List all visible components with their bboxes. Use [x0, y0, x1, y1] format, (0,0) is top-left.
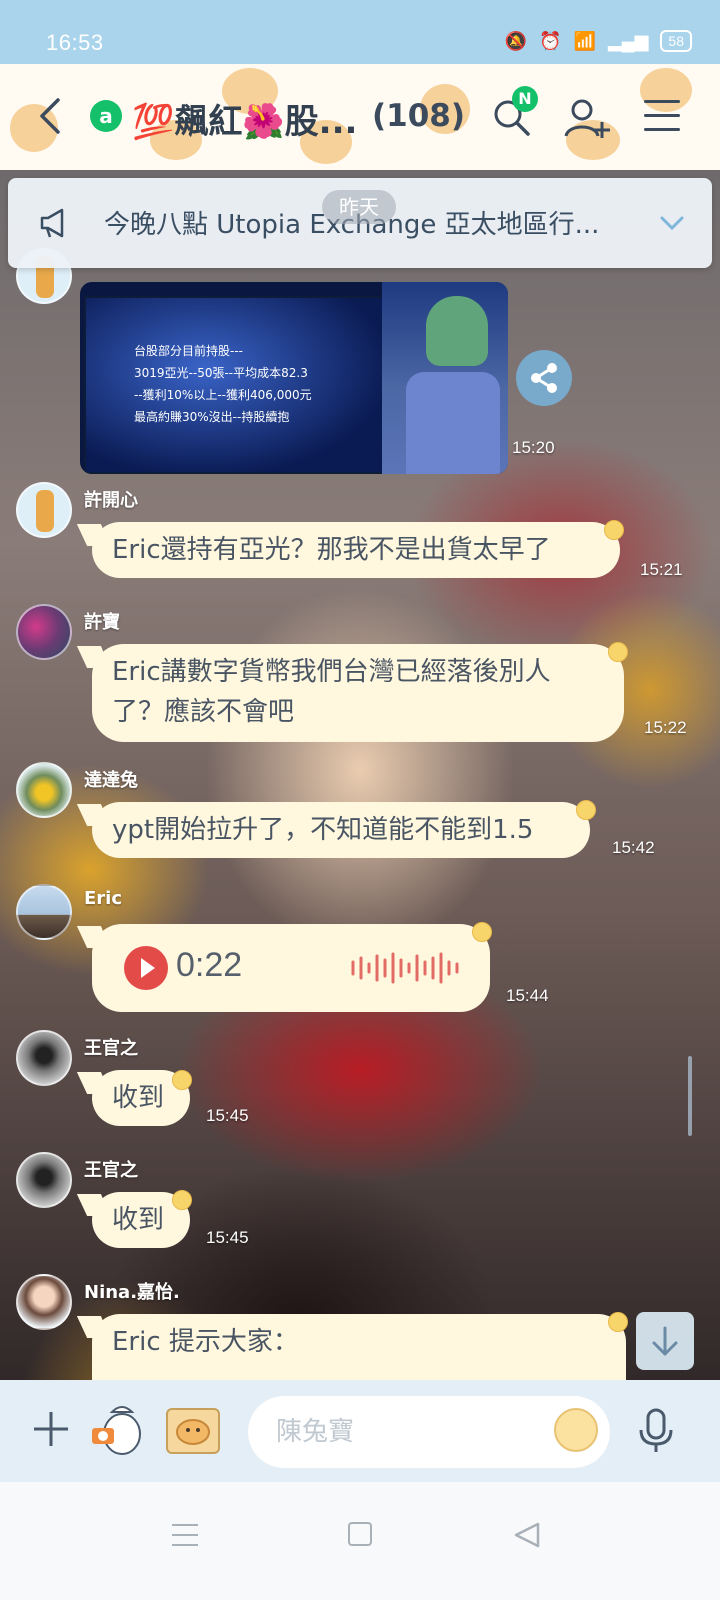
battery-indicator: 58 [660, 30, 692, 52]
avatar[interactable] [16, 482, 72, 538]
nav-back-button[interactable] [512, 1520, 542, 1550]
message-time: 15:44 [506, 986, 549, 1005]
camera-icon [92, 1406, 141, 1455]
back-button[interactable] [32, 94, 72, 138]
message-text: Eric還持有亞光？那我不是出貨太早了 [112, 535, 551, 565]
avatar[interactable] [16, 1274, 72, 1330]
add-friend-icon [564, 99, 610, 138]
plus-button[interactable] [30, 1408, 72, 1450]
dinosaur-mask [426, 296, 488, 366]
camera-button[interactable] [90, 1402, 146, 1458]
reaction-icon[interactable] [608, 642, 628, 662]
wifi-icon: 📶 [573, 30, 596, 51]
input-bar [0, 1380, 720, 1482]
recent-apps-button[interactable] [172, 1524, 198, 1550]
chat-title[interactable]: 💯飆紅🌺股... [132, 94, 357, 143]
notification-badge: N [512, 86, 538, 112]
avatar[interactable] [16, 884, 72, 940]
status-icons: 🔕 ⏰ 📶 ▂▄▆ 58 [505, 30, 692, 52]
waveform-icon [351, 952, 459, 984]
play-button[interactable] [124, 946, 168, 990]
emoji-button[interactable] [554, 1408, 598, 1452]
message-text: ypt開始拉升了，不知道能不能到1.5 [112, 815, 534, 845]
microphone-icon [639, 1408, 673, 1452]
message-text-line: 了？應該不會吧 [112, 697, 295, 727]
sender-name: 達達兔 [84, 770, 138, 791]
menu-icon-bar [644, 114, 680, 117]
status-bar: 16:53 🔕 ⏰ 📶 ▂▄▆ 58 [0, 0, 720, 64]
person-body [406, 372, 500, 474]
message-time: 15:20 [512, 438, 555, 457]
group-icon: a [90, 100, 122, 132]
sender-name: 許開心 [84, 490, 138, 511]
avatar[interactable] [16, 1030, 72, 1086]
share-button[interactable] [516, 350, 572, 406]
mute-icon: 🔕 [504, 30, 528, 51]
reaction-icon[interactable] [172, 1070, 192, 1090]
scroll-to-bottom-button[interactable] [636, 1312, 694, 1370]
member-count[interactable]: (108) [372, 98, 465, 134]
voice-message[interactable]: 0:22 [92, 924, 490, 1012]
share-icon [531, 363, 557, 393]
image-text-line: 台股部分目前持股--- [134, 344, 243, 358]
reaction-icon[interactable] [472, 922, 492, 942]
chevron-down-icon[interactable] [658, 208, 686, 236]
message-time: 15:21 [640, 560, 683, 579]
sender-name: 王官之 [84, 1038, 138, 1059]
image-text-line: --獲利10%以上--獲利406,000元 [134, 388, 312, 402]
sticker-button[interactable] [166, 1408, 220, 1454]
reaction-icon[interactable] [576, 800, 596, 820]
avatar[interactable] [16, 762, 72, 818]
chat-header: a 💯飆紅🌺股... (108) N [0, 64, 720, 170]
date-divider: 昨天 [322, 190, 396, 224]
scrollbar-thumb[interactable] [688, 1056, 692, 1136]
menu-icon-bar [172, 1544, 198, 1546]
image-text-line: 最高約賺30%沒出--持股續抱 [134, 410, 290, 424]
signal-icon: ▂▄▆ [607, 30, 649, 51]
image-screen-text: 台股部分目前持股--- 3019亞光--50張--平均成本82.3 --獲利10… [84, 296, 384, 474]
image-person [382, 282, 508, 474]
message-bubble[interactable]: ypt開始拉升了，不知道能不能到1.5 [92, 802, 590, 858]
plus-icon [34, 1412, 68, 1446]
message-bubble[interactable]: Eric還持有亞光？那我不是出貨太早了 [92, 522, 620, 578]
reaction-icon[interactable] [608, 1312, 628, 1332]
message-time: 15:22 [644, 718, 687, 737]
avatar[interactable] [16, 604, 72, 660]
sender-name: Nina.嘉怡. [84, 1282, 180, 1303]
message-time: 15:45 [206, 1228, 249, 1247]
message-bubble[interactable]: Eric 提示大家： [92, 1314, 626, 1384]
message-text: Eric 提示大家： [112, 1327, 299, 1357]
sender-name: 王官之 [84, 1160, 138, 1181]
avatar[interactable] [16, 1152, 72, 1208]
message-bubble[interactable]: Eric講數字貨幣我們台灣已經落後別人 了？應該不會吧 [92, 644, 624, 742]
image-message[interactable]: 台股部分目前持股--- 3019亞光--50張--平均成本82.3 --獲利10… [80, 282, 508, 474]
voice-duration: 0:22 [176, 946, 243, 984]
message-text: 收到 [112, 1205, 165, 1235]
system-nav-bar [0, 1482, 720, 1600]
menu-icon-bar [644, 128, 680, 131]
message-text-line: Eric講數字貨幣我們台灣已經落後別人 [112, 657, 551, 687]
megaphone-icon [38, 206, 72, 240]
menu-icon-bar [644, 100, 680, 103]
sticker-icon [176, 1419, 210, 1445]
message-time: 15:45 [206, 1106, 249, 1125]
arrow-down-icon [652, 1326, 678, 1356]
menu-icon-bar [172, 1534, 198, 1536]
reaction-icon[interactable] [172, 1190, 192, 1210]
microphone-button[interactable] [636, 1406, 676, 1456]
home-button[interactable] [348, 1522, 372, 1546]
alarm-icon: ⏰ [539, 30, 562, 51]
image-text-line: 3019亞光--50張--平均成本82.3 [134, 366, 308, 380]
status-time: 16:53 [46, 30, 104, 55]
sender-name: Eric [84, 888, 123, 909]
add-friend-button[interactable] [562, 94, 612, 144]
menu-button[interactable] [644, 100, 680, 136]
back-icon [40, 98, 60, 134]
message-text: 收到 [112, 1083, 165, 1113]
reaction-icon[interactable] [604, 520, 624, 540]
back-triangle-icon [514, 1522, 540, 1548]
sender-name: 許寶 [84, 612, 120, 633]
message-time: 15:42 [612, 838, 655, 857]
menu-icon-bar [172, 1524, 198, 1526]
